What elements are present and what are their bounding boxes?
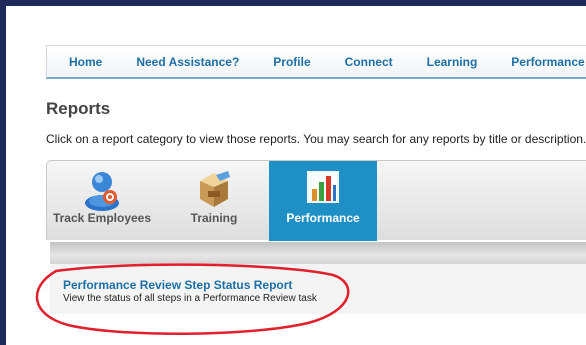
tab-training[interactable]: Training: [167, 161, 261, 241]
nav-home[interactable]: Home: [47, 55, 119, 69]
report-list: Performance Review Step Status Report Vi…: [50, 264, 586, 314]
nav-connect[interactable]: Connect: [328, 55, 410, 69]
report-link[interactable]: Performance Review Step Status Report: [63, 278, 292, 292]
page-instructions: Click on a report category to view those…: [46, 132, 586, 146]
tab-track-employees-label: Track Employees: [52, 211, 152, 225]
report-description: View the status of all steps in a Perfor…: [63, 293, 317, 304]
nav-performance[interactable]: Performance: [494, 55, 586, 69]
tab-content-header: [50, 242, 586, 264]
tab-performance-label: Performance: [286, 211, 360, 225]
report-category-tabs: Track Employees Training Performance: [46, 160, 586, 241]
tab-track-employees[interactable]: Track Employees: [47, 161, 157, 241]
employee-icon: [82, 167, 122, 216]
tab-performance[interactable]: Performance: [269, 161, 377, 241]
window-frame: Home Need Assistance? Profile Connect Le…: [0, 0, 586, 345]
bar-chart-icon: [303, 167, 343, 212]
nav-need-assistance[interactable]: Need Assistance?: [119, 55, 256, 69]
training-box-icon: [194, 167, 234, 216]
nav-profile[interactable]: Profile: [256, 55, 327, 69]
main-nav: Home Need Assistance? Profile Connect Le…: [46, 45, 586, 79]
nav-learning[interactable]: Learning: [410, 55, 495, 69]
page-title: Reports: [46, 99, 111, 118]
tab-training-label: Training: [190, 211, 238, 225]
